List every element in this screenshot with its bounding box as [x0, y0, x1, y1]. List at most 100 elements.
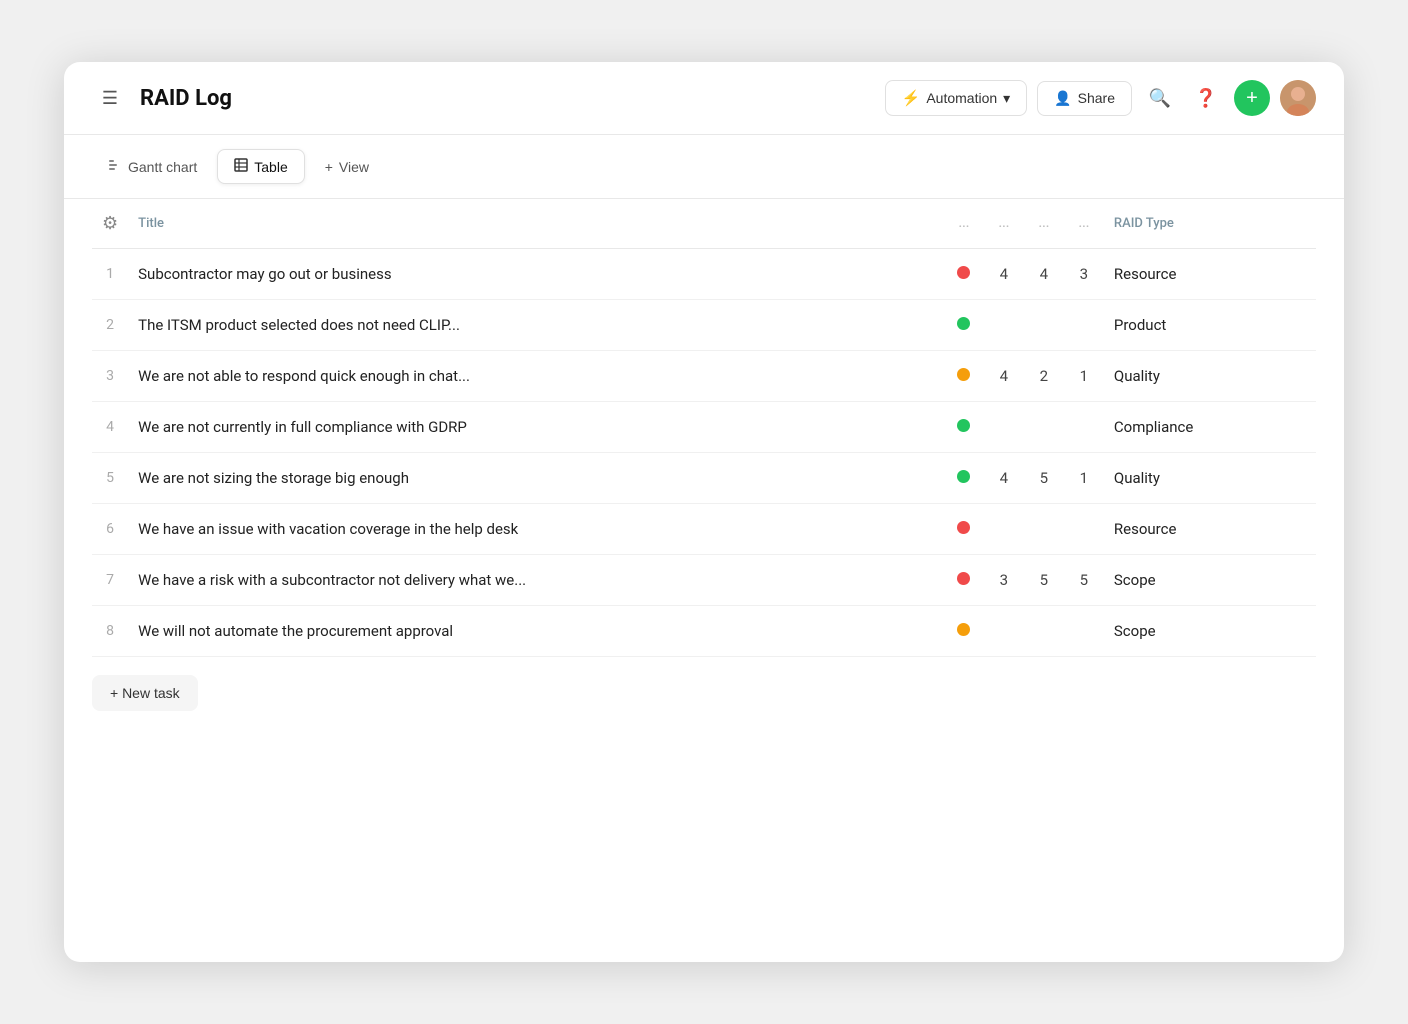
row-c1: 4 [984, 249, 1024, 300]
search-button[interactable]: 🔍 [1142, 80, 1178, 116]
bolt-icon: ⚡ [902, 89, 921, 107]
automation-label: Automation [926, 90, 997, 106]
table-row[interactable]: 2The ITSM product selected does not need… [92, 300, 1316, 351]
person-icon: 👤 [1054, 90, 1071, 107]
row-c3 [1064, 300, 1104, 351]
row-c1: 4 [984, 351, 1024, 402]
row-c2: 2 [1024, 351, 1064, 402]
table-row[interactable]: 7We have a risk with a subcontractor not… [92, 555, 1316, 606]
row-c2: 5 [1024, 555, 1064, 606]
row-number: 4 [92, 402, 128, 453]
title-column-header: Title [128, 199, 944, 249]
row-number: 1 [92, 249, 128, 300]
row-title: We are not able to respond quick enough … [128, 351, 944, 402]
status-dot [957, 572, 970, 585]
header-left: ☰ RAID Log [92, 80, 869, 116]
share-button[interactable]: 👤 Share [1037, 81, 1132, 116]
row-title: We are not sizing the storage big enough [128, 453, 944, 504]
row-type: Quality [1104, 351, 1316, 402]
row-c3: 1 [1064, 351, 1104, 402]
row-c3 [1064, 606, 1104, 657]
header-right: ⚡ Automation ▾ 👤 Share 🔍 ❓ + [885, 80, 1316, 116]
row-number: 5 [92, 453, 128, 504]
row-c2: 4 [1024, 249, 1064, 300]
row-title: We will not automate the procurement app… [128, 606, 944, 657]
row-c1 [984, 300, 1024, 351]
tab-table[interactable]: Table [217, 149, 304, 184]
row-c2 [1024, 606, 1064, 657]
table-row[interactable]: 5We are not sizing the storage big enoug… [92, 453, 1316, 504]
row-type: Resource [1104, 249, 1316, 300]
tab-view[interactable]: + View [309, 151, 385, 183]
table-row[interactable]: 6We have an issue with vacation coverage… [92, 504, 1316, 555]
row-type: Scope [1104, 555, 1316, 606]
main-window: ☰ RAID Log ⚡ Automation ▾ 👤 Share 🔍 ❓ + [64, 62, 1344, 962]
status-dot [957, 419, 970, 432]
row-number: 8 [92, 606, 128, 657]
row-number: 6 [92, 504, 128, 555]
page-title: RAID Log [140, 86, 232, 111]
gantt-icon [108, 158, 122, 175]
row-c3 [1064, 402, 1104, 453]
menu-button[interactable]: ☰ [92, 80, 128, 116]
row-status [944, 504, 984, 555]
status-dot [957, 317, 970, 330]
row-type: Compliance [1104, 402, 1316, 453]
row-c1: 4 [984, 453, 1024, 504]
row-title: The ITSM product selected does not need … [128, 300, 944, 351]
table-icon [234, 158, 248, 175]
row-status [944, 453, 984, 504]
tabs-bar: Gantt chart Table + View [64, 135, 1344, 199]
status-dot [957, 368, 970, 381]
plus-view-icon: + [325, 159, 333, 175]
row-type: Quality [1104, 453, 1316, 504]
status-dot [957, 470, 970, 483]
new-task-button[interactable]: + New task [92, 675, 198, 711]
tab-gantt[interactable]: Gantt chart [92, 150, 213, 183]
row-c3: 1 [1064, 453, 1104, 504]
row-c2 [1024, 504, 1064, 555]
automation-button[interactable]: ⚡ Automation ▾ [885, 80, 1028, 116]
row-c1: 3 [984, 555, 1024, 606]
chevron-down-icon: ▾ [1003, 90, 1010, 107]
row-type: Product [1104, 300, 1316, 351]
row-type: Scope [1104, 606, 1316, 657]
row-status [944, 300, 984, 351]
header: ☰ RAID Log ⚡ Automation ▾ 👤 Share 🔍 ❓ + [64, 62, 1344, 135]
row-number: 3 [92, 351, 128, 402]
row-status [944, 555, 984, 606]
row-status [944, 351, 984, 402]
plus-icon: + [1246, 87, 1258, 110]
status-dot [957, 266, 970, 279]
avatar [1280, 80, 1316, 116]
status-dot [957, 623, 970, 636]
row-c3 [1064, 504, 1104, 555]
share-label: Share [1078, 90, 1115, 106]
row-status [944, 249, 984, 300]
row-number: 7 [92, 555, 128, 606]
table-row[interactable]: 3We are not able to respond quick enough… [92, 351, 1316, 402]
row-c2: 5 [1024, 453, 1064, 504]
row-number: 2 [92, 300, 128, 351]
row-title: We are not currently in full compliance … [128, 402, 944, 453]
row-title: We have a risk with a subcontractor not … [128, 555, 944, 606]
table-row[interactable]: 8We will not automate the procurement ap… [92, 606, 1316, 657]
row-c1 [984, 606, 1024, 657]
table-row[interactable]: 1Subcontractor may go out or business443… [92, 249, 1316, 300]
gear-icon[interactable]: ⚙ [102, 213, 118, 234]
status-dot [957, 521, 970, 534]
col4-header: ... [1064, 199, 1104, 249]
table-header-row: ⚙ Title ... ... ... ... [92, 199, 1316, 249]
row-c1 [984, 504, 1024, 555]
row-c2 [1024, 402, 1064, 453]
table-row[interactable]: 4We are not currently in full compliance… [92, 402, 1316, 453]
row-status [944, 402, 984, 453]
row-c3: 5 [1064, 555, 1104, 606]
add-button[interactable]: + [1234, 80, 1270, 116]
row-c2 [1024, 300, 1064, 351]
col2-header: ... [984, 199, 1024, 249]
help-button[interactable]: ❓ [1188, 80, 1224, 116]
new-task-label: + New task [110, 685, 180, 701]
col3-header: ... [1024, 199, 1064, 249]
row-type: Resource [1104, 504, 1316, 555]
